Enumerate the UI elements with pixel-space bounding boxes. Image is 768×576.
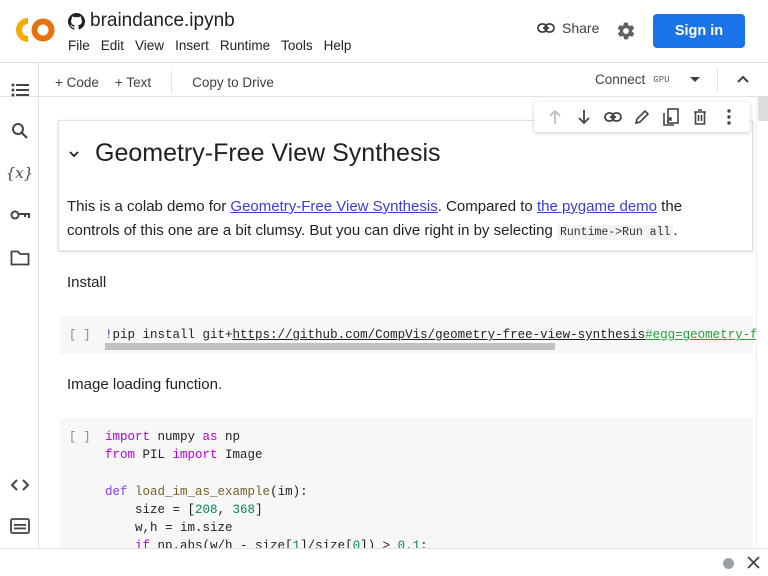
move-down-icon[interactable] xyxy=(575,108,593,126)
sidebar: {x} xyxy=(0,62,39,548)
sign-in-button[interactable]: Sign in xyxy=(653,14,745,48)
connect-dropdown-icon[interactable] xyxy=(690,77,700,82)
menu-insert[interactable]: Insert xyxy=(175,38,209,53)
colab-logo[interactable] xyxy=(14,16,56,44)
code-line: size = [208, 368] xyxy=(105,502,263,517)
intro-text: . xyxy=(673,222,678,239)
menu-file[interactable]: File xyxy=(68,38,90,53)
delete-icon[interactable] xyxy=(691,108,709,126)
vertical-scrollbar[interactable] xyxy=(756,97,768,548)
title-row: braindance.ipynb xyxy=(68,10,235,32)
inline-code: Runtime->Run all xyxy=(556,225,674,240)
text-cell-intro[interactable]: Geometry-Free View Synthesis This is a c… xyxy=(58,120,753,251)
files-folder-icon[interactable] xyxy=(9,247,30,268)
move-up-icon[interactable] xyxy=(546,108,564,126)
code-cell-image-loading[interactable]: [ ] import numpy as np from PIL import Im… xyxy=(60,418,753,548)
collapse-section-icon[interactable] xyxy=(67,147,81,161)
code-token: ! xyxy=(105,328,113,342)
code-line: def load_im_as_example(im): xyxy=(105,484,308,499)
menu-view[interactable]: View xyxy=(135,38,164,53)
toolbar-divider xyxy=(717,69,718,91)
search-icon[interactable] xyxy=(9,120,30,141)
code-cell-install[interactable]: [ ] !pip install git+https://github.com/… xyxy=(60,316,756,354)
notebook-main: Geometry-Free View Synthesis This is a c… xyxy=(40,97,756,548)
settings-gear-icon[interactable] xyxy=(616,21,636,41)
close-icon[interactable] xyxy=(746,555,761,570)
code-editor[interactable]: import numpy as np from PIL import Image … xyxy=(105,428,428,548)
menu-help[interactable]: Help xyxy=(324,38,352,53)
table-of-contents-icon[interactable] xyxy=(9,79,30,100)
header: braindance.ipynb File Edit View Insert R… xyxy=(0,0,768,62)
edit-icon[interactable] xyxy=(633,108,651,126)
share-button[interactable]: Share xyxy=(537,20,599,36)
code-url: https://github.com/CompVis/geometry-free… xyxy=(232,328,646,342)
horizontal-scrollbar[interactable] xyxy=(105,343,555,350)
runtime-type-label: GPU xyxy=(653,74,670,85)
menu-runtime[interactable]: Runtime xyxy=(220,38,270,53)
code-editor[interactable]: !pip install git+https://github.com/Comp… xyxy=(105,326,756,344)
run-cell-button[interactable]: [ ] xyxy=(69,328,91,342)
secrets-key-icon[interactable] xyxy=(9,204,30,225)
menu-tools[interactable]: Tools xyxy=(281,38,313,53)
status-bar xyxy=(0,548,768,576)
code-line: import numpy as np xyxy=(105,430,241,444)
image-loading-heading: Image loading function. xyxy=(67,376,223,393)
code-url-fragment: #egg=geometry-free-view-synthesis xyxy=(645,328,756,342)
intro-paragraph: This is a colab demo for Geometry-Free V… xyxy=(67,195,737,245)
code-line: w,h = im.size xyxy=(105,521,233,536)
intro-text: . Compared to xyxy=(437,198,537,215)
add-code-button[interactable]: + Code xyxy=(55,75,99,90)
pygame-demo-link[interactable]: the pygame demo xyxy=(537,198,657,215)
add-text-button[interactable]: + Text xyxy=(115,75,151,90)
command-palette-icon[interactable] xyxy=(9,515,30,536)
mirror-cell-icon[interactable] xyxy=(662,108,680,126)
share-label: Share xyxy=(562,20,600,36)
link-icon xyxy=(537,23,555,33)
code-token: pip install git+ xyxy=(112,328,233,342)
menu-bar: File Edit View Insert Runtime Tools Help xyxy=(68,38,362,53)
code-snippets-icon[interactable] xyxy=(9,474,30,495)
intro-text: This is a colab demo for xyxy=(67,198,231,215)
cell-toolbar xyxy=(534,102,750,132)
notebook-toolbar: + Code + Text Copy to Drive Connect GPU xyxy=(0,62,768,97)
notebook-title[interactable]: braindance.ipynb xyxy=(90,10,235,32)
connect-label: Connect xyxy=(595,72,646,87)
chevron-up-icon[interactable] xyxy=(735,71,751,87)
variables-icon[interactable]: {x} xyxy=(6,162,34,183)
connect-button[interactable]: Connect GPU xyxy=(595,72,670,87)
runtime-status-icon xyxy=(723,558,734,569)
paper-link[interactable]: Geometry-Free View Synthesis xyxy=(230,198,437,215)
copy-to-drive-button[interactable]: Copy to Drive xyxy=(192,75,274,90)
link-icon[interactable] xyxy=(603,108,622,126)
code-line: from PIL import Image xyxy=(105,448,263,463)
scrollbar-thumb[interactable] xyxy=(758,97,768,121)
code-line: if np.abs(w/h - size[1]/size[0]) > 0.1: xyxy=(135,539,428,548)
github-icon xyxy=(68,12,85,30)
run-cell-button[interactable]: [ ] xyxy=(69,430,91,444)
section-heading: Geometry-Free View Synthesis xyxy=(95,139,441,167)
more-options-icon[interactable] xyxy=(720,108,738,126)
menu-edit[interactable]: Edit xyxy=(101,38,124,53)
install-heading: Install xyxy=(67,274,107,291)
toolbar-divider xyxy=(171,71,173,93)
